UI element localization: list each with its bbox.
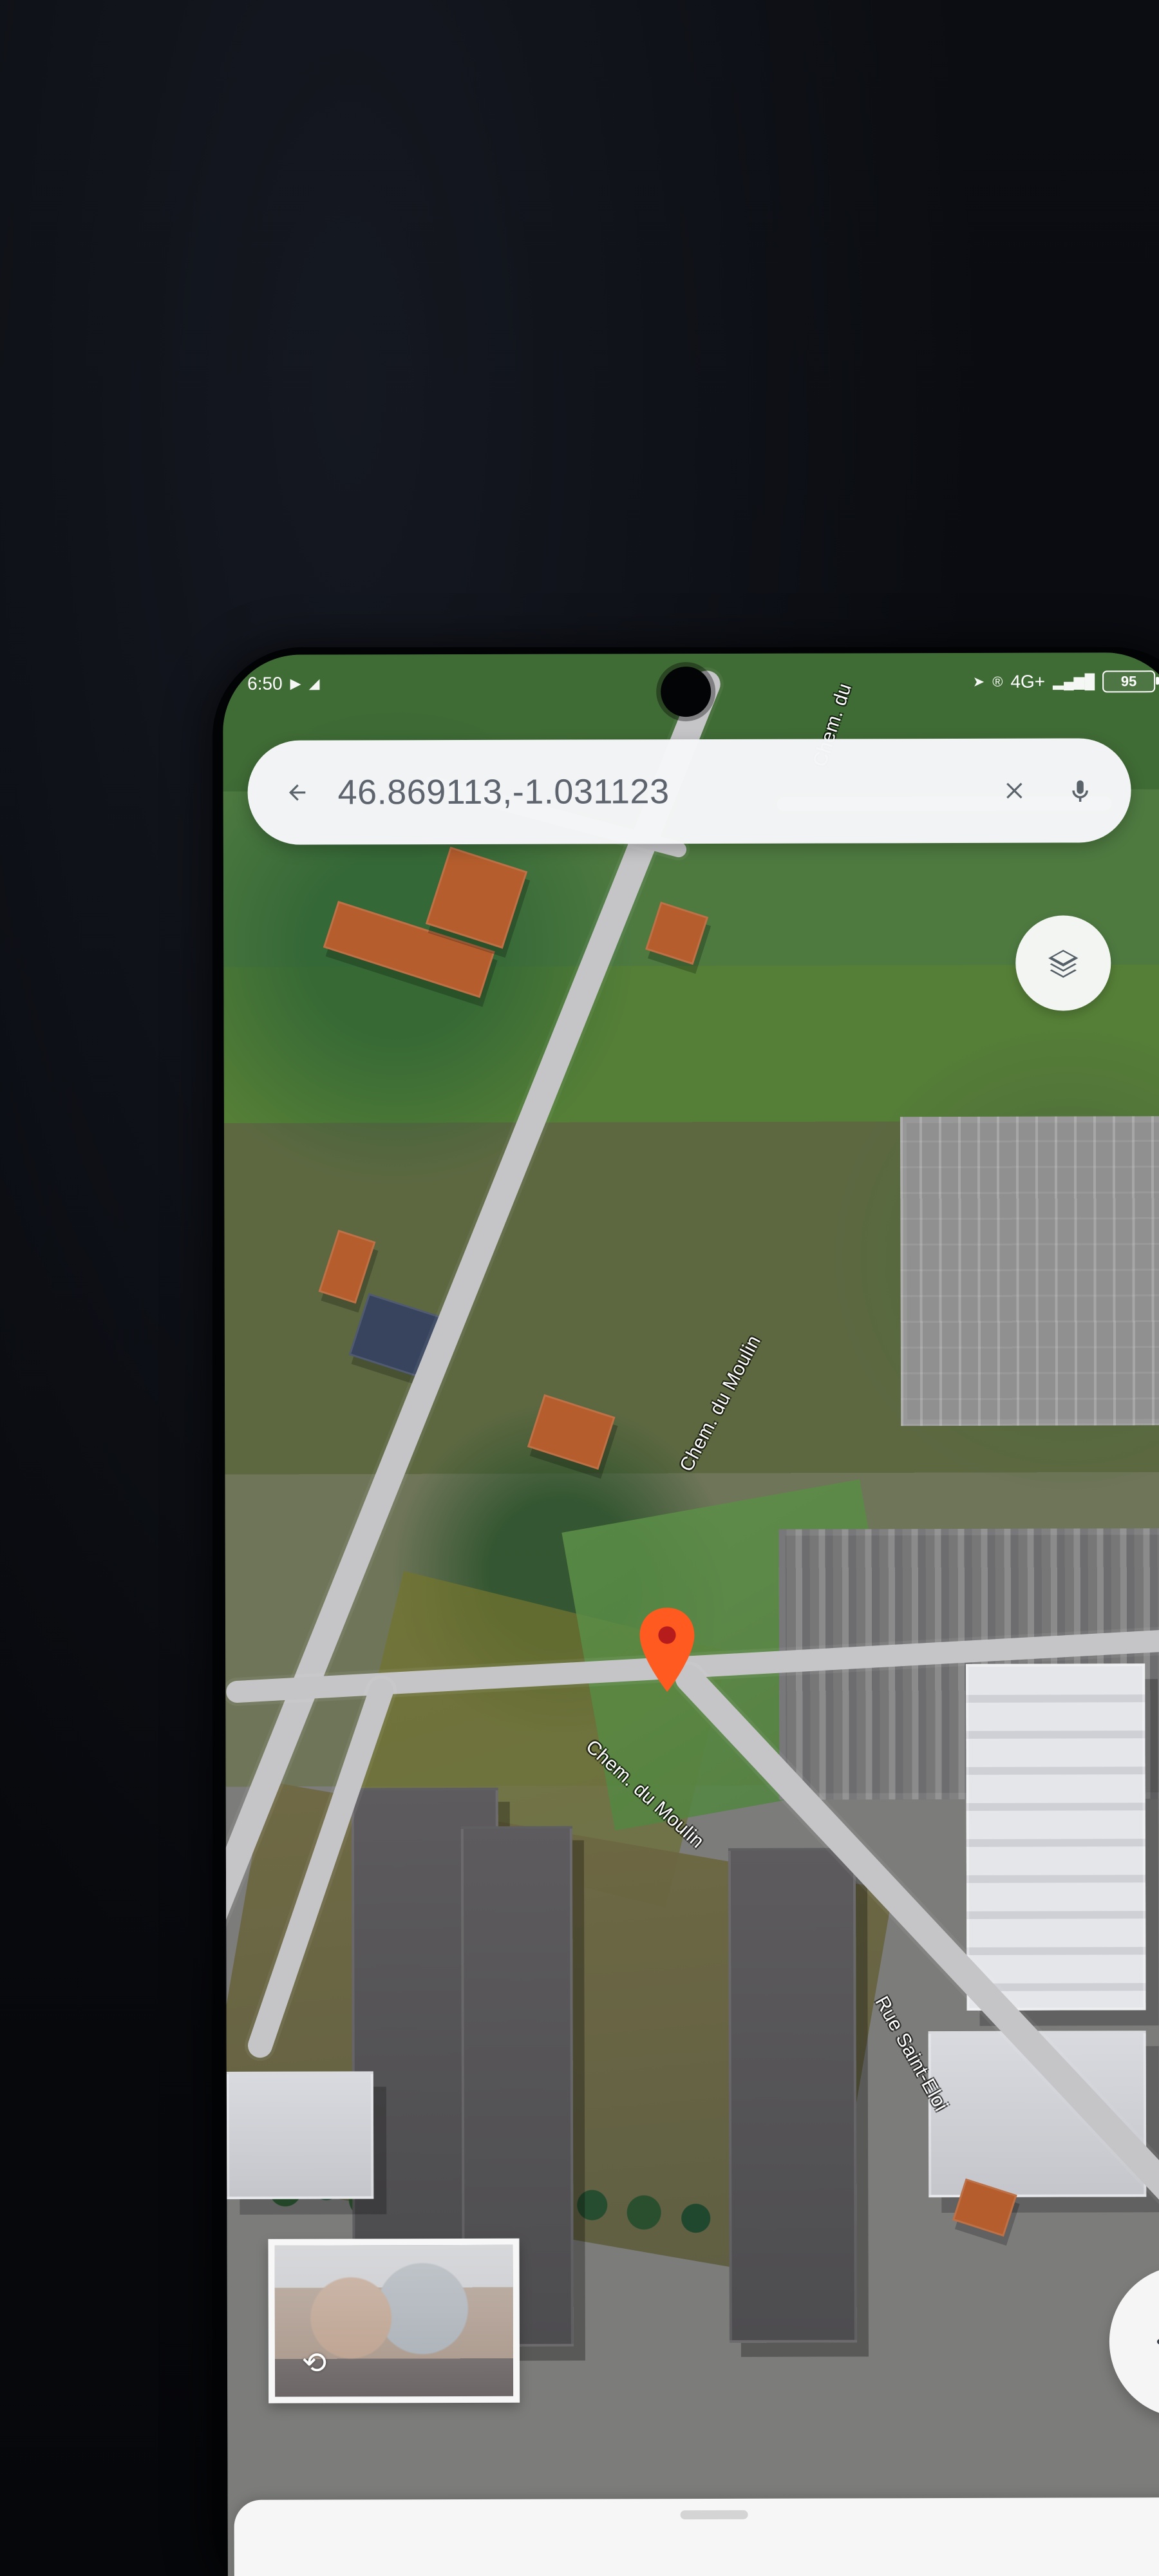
parking-lot: [900, 1116, 1159, 1426]
sheet-handle[interactable]: [680, 2510, 748, 2520]
location-pin-icon[interactable]: [634, 1605, 700, 1700]
photo-scene: Chem. du Chem. du Moulin Chem. du Moulin…: [0, 0, 1159, 2576]
place-bottom-sheet[interactable]: Les Herbiers: [234, 2497, 1159, 2576]
factory-building-1: [966, 1663, 1146, 2011]
close-icon[interactable]: [992, 767, 1039, 815]
layers-button[interactable]: [1015, 915, 1111, 1011]
warehouse-building-3: [728, 1848, 857, 2343]
factory-building-3: [226, 2071, 374, 2199]
search-bar[interactable]: [247, 738, 1131, 845]
arrow-left-icon[interactable]: [273, 769, 321, 817]
layers-icon: [1048, 949, 1079, 978]
microphone-icon[interactable]: [1056, 766, 1104, 814]
street-view-icon: ⟲: [301, 2345, 327, 2380]
search-input[interactable]: [337, 770, 975, 813]
place-name: Les Herbiers: [296, 2570, 526, 2576]
street-view-preview[interactable]: ⟲: [268, 2238, 520, 2403]
phone-screen: Chem. du Chem. du Moulin Chem. du Moulin…: [223, 652, 1159, 2576]
my-location-icon: [1156, 2313, 1159, 2371]
camera-cutout: [661, 666, 711, 717]
